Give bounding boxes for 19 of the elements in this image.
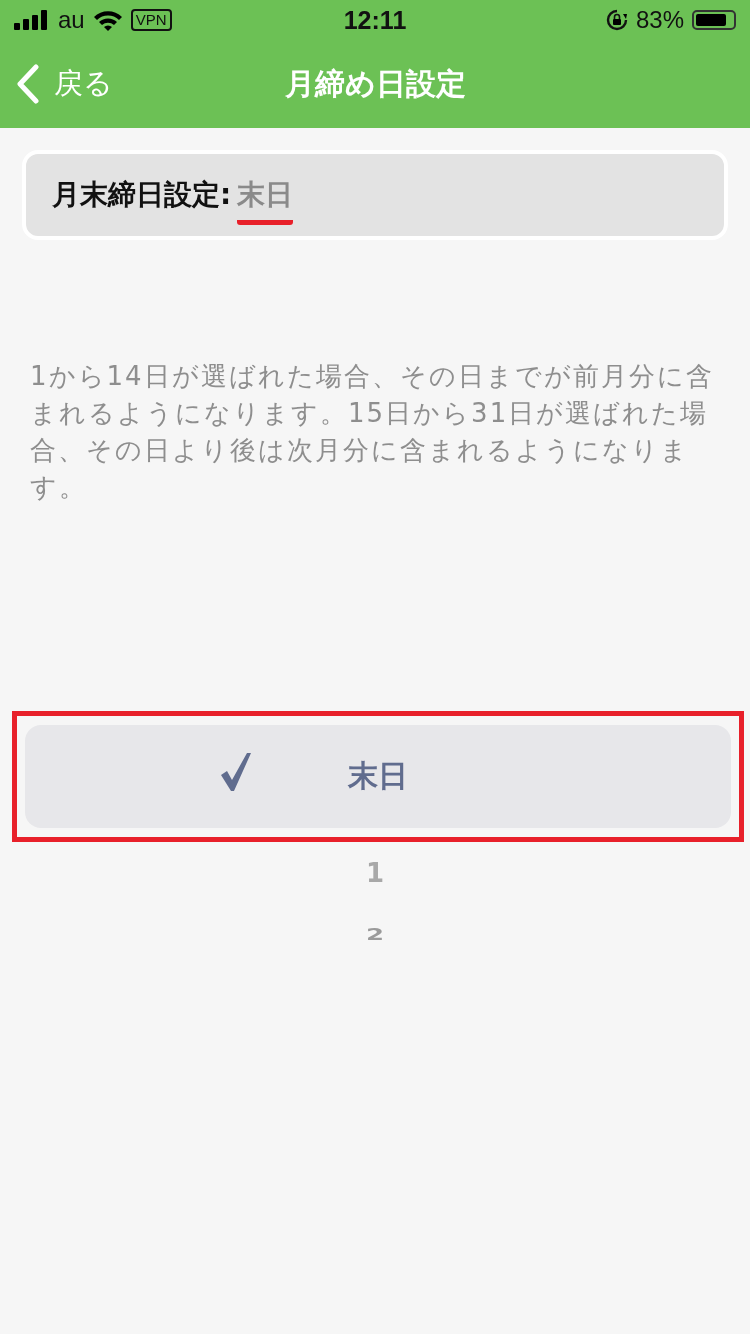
checkmark-icon (221, 753, 251, 791)
carrier-name: au (58, 6, 85, 34)
wifi-icon (92, 9, 123, 31)
setting-value: 末日 (237, 176, 294, 225)
vpn-badge: VPN (130, 9, 172, 31)
rotation-lock-icon (605, 9, 628, 31)
battery-percent: 83% (635, 6, 684, 34)
picker-option[interactable]: 1 (0, 842, 750, 904)
description-text: 1から14日が選ばれた場合、その日までが前月分に含まれるようになります。15日から31日が選ばれた場合、その日より後は次月分に含まれるようになります。 (30, 360, 715, 504)
battery-icon (692, 10, 736, 30)
setting-label: 月末締日設定: (52, 177, 232, 213)
signal-icon (14, 10, 50, 30)
chevron-left-icon (16, 64, 40, 104)
setting-card[interactable]: 月末締日設定: 末日 (22, 150, 728, 240)
picker-option[interactable]: 末日 (25, 725, 731, 828)
picker-option[interactable]: 2 (0, 904, 750, 966)
back-button[interactable]: 戻る (16, 64, 113, 104)
screen-title: 月締め日設定 (283, 64, 467, 103)
clock: 12:11 (343, 5, 407, 35)
